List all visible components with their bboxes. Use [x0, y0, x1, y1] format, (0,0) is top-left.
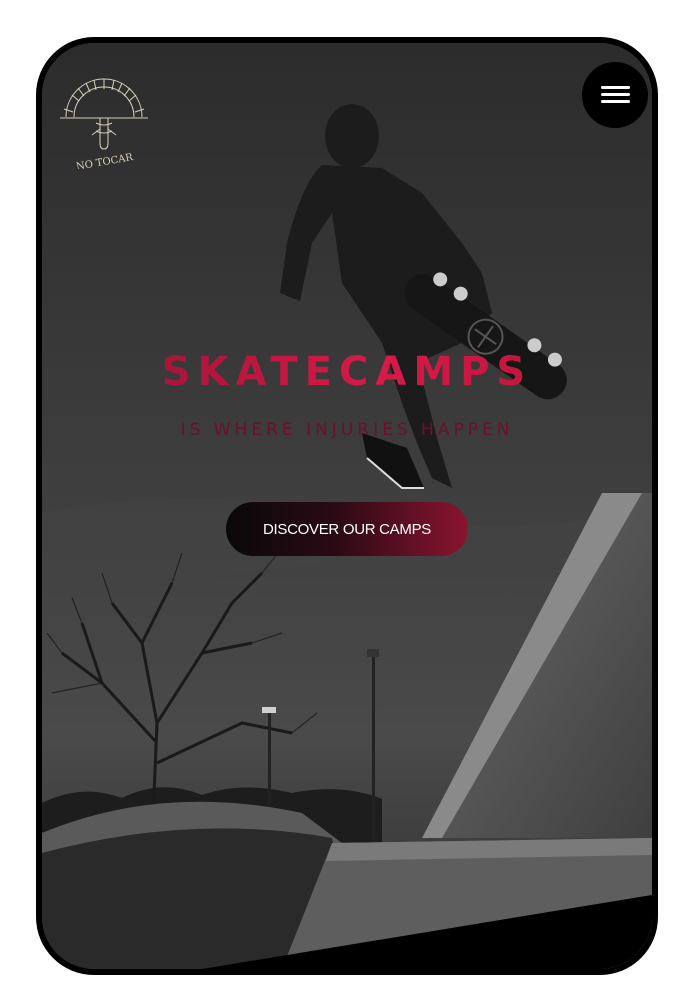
- discover-camps-button[interactable]: DISCOVER OUR CAMPS: [226, 502, 468, 556]
- menu-line: [601, 86, 630, 89]
- logo-text: NO TOCAR: [75, 152, 134, 169]
- brand-logo[interactable]: NO TOCAR: [56, 73, 152, 169]
- menu-line: [601, 93, 630, 96]
- hero-section: NO TOCAR SKATECAMPS IS WHERE INJURIES HA…: [42, 43, 652, 969]
- menu-line: [601, 100, 630, 103]
- phone-frame: NO TOCAR SKATECAMPS IS WHERE INJURIES HA…: [36, 37, 658, 975]
- hamburger-menu-icon[interactable]: [582, 62, 648, 128]
- hero-subtitle: IS WHERE INJURIES HAPPEN: [180, 420, 514, 440]
- hero-title: SKATECAMPS: [42, 349, 652, 395]
